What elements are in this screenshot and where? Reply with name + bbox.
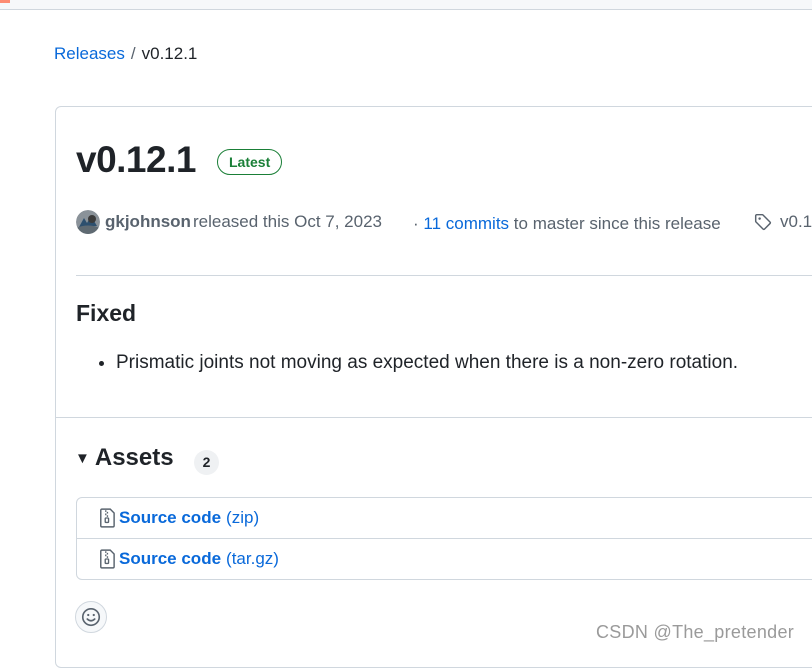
commits-prefix: · bbox=[413, 214, 419, 233]
released-date-text: released this Oct 7, 2023 bbox=[193, 212, 383, 231]
file-zip-icon bbox=[100, 549, 115, 569]
breadcrumb-current: v0.12.1 bbox=[141, 44, 198, 63]
breadcrumb-separator: / bbox=[130, 44, 136, 63]
tag-link[interactable]: v0.1 bbox=[754, 212, 812, 232]
release-meta: gkjohnson released this Oct 7, 2023 · 11… bbox=[76, 209, 812, 235]
asset-list: Source code (zip) Source code (tar.gz) bbox=[76, 497, 812, 580]
divider bbox=[76, 275, 812, 276]
commits-info: · 11 commits to master since this releas… bbox=[413, 214, 721, 234]
release-notes-list: Prismatic joints not moving as expected … bbox=[76, 349, 738, 377]
release-note-item: Prismatic joints not moving as expected … bbox=[116, 349, 738, 377]
breadcrumb-releases-link[interactable]: Releases bbox=[54, 44, 125, 63]
commits-link[interactable]: 11 commits bbox=[423, 214, 509, 233]
smiley-icon bbox=[81, 607, 101, 627]
triangle-down-icon: ▼ bbox=[75, 449, 90, 467]
avatar[interactable] bbox=[76, 210, 100, 234]
assets-toggle[interactable]: ▼ Assets bbox=[75, 444, 174, 472]
watermark: CSDN @The_pretender bbox=[596, 622, 795, 642]
asset-link-zip[interactable]: Source code bbox=[119, 508, 221, 528]
add-reaction-button[interactable] bbox=[75, 601, 107, 633]
notes-heading-fixed: Fixed bbox=[76, 300, 137, 326]
tag-name: v0.1 bbox=[780, 212, 812, 231]
assets-count-badge: 2 bbox=[194, 450, 219, 475]
asset-link-targz[interactable]: Source code bbox=[119, 549, 221, 569]
release-card: v0.12.1 Latest gkjohnson released this O… bbox=[55, 106, 812, 668]
breadcrumb: Releases / v0.12.1 bbox=[54, 43, 197, 65]
tag-icon bbox=[754, 213, 772, 231]
release-title[interactable]: v0.12.1 bbox=[76, 137, 196, 183]
asset-ext-zip[interactable]: (zip) bbox=[226, 508, 259, 528]
commits-suffix: to master since this release bbox=[513, 214, 721, 233]
latest-badge: Latest bbox=[217, 149, 283, 175]
file-zip-icon bbox=[100, 508, 115, 528]
top-bar-accent bbox=[0, 0, 10, 3]
author-link[interactable]: gkjohnson bbox=[105, 212, 191, 232]
asset-row-zip[interactable]: Source code (zip) bbox=[77, 498, 812, 538]
asset-ext-targz[interactable]: (tar.gz) bbox=[226, 549, 279, 569]
asset-row-targz[interactable]: Source code (tar.gz) bbox=[77, 538, 812, 579]
browser-top-bar bbox=[0, 0, 812, 10]
assets-title: Assets bbox=[94, 444, 174, 471]
